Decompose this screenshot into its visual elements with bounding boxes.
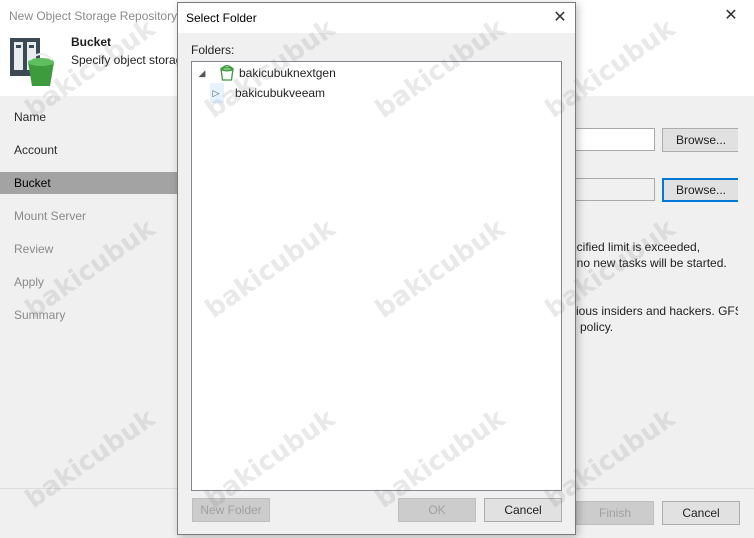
nav-item-account[interactable]: Account [0, 139, 178, 161]
new-folder-button[interactable]: New Folder [192, 498, 270, 522]
nav-item-bucket[interactable]: Bucket [0, 172, 178, 194]
dialog-close-button[interactable]: ✕ [550, 8, 570, 28]
limit-text-1: ecified limit is exceeded, [570, 240, 701, 254]
immutability-text-1: cious insiders and hackers. GFS [570, 304, 743, 318]
dialog-title: Select Folder [186, 11, 257, 25]
nav-item-name[interactable]: Name [0, 106, 178, 128]
folder-tree[interactable]: ◢ bakicubuknextgen ▷ bakicubukveeam [191, 61, 562, 491]
tree-item-bucket[interactable]: ◢ bakicubuknextgen [194, 63, 394, 83]
bucket-icon [220, 65, 234, 81]
header-title: Bucket [71, 35, 112, 49]
header-subtitle: Specify object storag [71, 53, 183, 67]
repository-icon [10, 38, 54, 86]
ok-button[interactable]: OK [398, 498, 476, 522]
collapse-arrow-icon[interactable]: ◢ [196, 63, 208, 83]
nav-item-review[interactable]: Review [0, 238, 178, 260]
tree-item-bucket-label: bakicubuknextgen [239, 66, 336, 80]
browse-folder-button[interactable]: Browse... [662, 178, 740, 202]
tree-item-folder-label: bakicubukveeam [235, 86, 326, 100]
select-folder-dialog: Select Folder ✕ Folders: ◢ bakicubuknext… [177, 2, 576, 535]
wizard-cancel-button[interactable]: Cancel [662, 501, 740, 525]
expand-arrow-icon[interactable]: ▷ [210, 83, 222, 103]
tree-item-folder[interactable]: ▷ bakicubukveeam [210, 83, 410, 103]
nav-item-mount-server[interactable]: Mount Server [0, 205, 178, 227]
wizard-close-button[interactable]: ✕ [716, 4, 746, 28]
dialog-titlebar: Select Folder ✕ [178, 3, 575, 33]
finish-button[interactable]: Finish [576, 501, 654, 525]
wizard-title: New Object Storage Repository [9, 9, 178, 23]
limit-text-2: t no new tasks will be started. [570, 256, 727, 270]
immutability-text-2: n policy. [570, 320, 614, 334]
wizard-nav: Name Account Bucket Mount Server Review … [0, 96, 178, 488]
folders-label: Folders: [191, 43, 235, 57]
browse-bucket-button[interactable]: Browse... [662, 128, 740, 152]
dialog-cancel-button[interactable]: Cancel [484, 498, 562, 522]
nav-item-apply[interactable]: Apply [0, 271, 178, 293]
wizard-scrollbar[interactable] [738, 96, 754, 488]
nav-item-summary[interactable]: Summary [0, 304, 178, 326]
